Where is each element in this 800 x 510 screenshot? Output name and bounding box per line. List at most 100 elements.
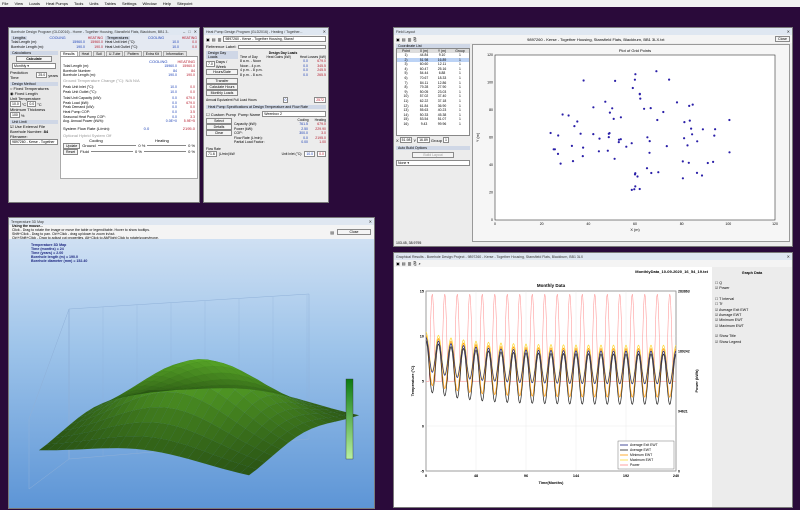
menu-sitepoint[interactable]: Sitepoint — [177, 1, 193, 6]
build-layout-button[interactable]: Build Layout — [412, 152, 454, 158]
clear-button[interactable]: Clear — [206, 130, 232, 136]
open-icon-5[interactable]: ▣ — [396, 261, 400, 266]
menu-view[interactable]: View — [14, 1, 23, 6]
graph-option-checkbox[interactable]: ☑ Power — [715, 286, 789, 291]
tab-extra-kit[interactable]: Extra Kit — [142, 51, 162, 57]
fluid-slider-heat[interactable] — [143, 151, 187, 153]
borehole-point — [706, 161, 709, 165]
result-row: Heat Unit Outlet (°C): 10.0 0.0 — [105, 45, 197, 50]
annual-cool: 0 — [282, 97, 289, 103]
minimize-icon[interactable]: – — [183, 29, 185, 34]
calculate-button[interactable]: Calculate — [16, 56, 52, 63]
filename-field[interactable]: 9897260 - Kerse - Together — [10, 139, 58, 146]
menu-loads[interactable]: Loads — [29, 1, 40, 6]
row-label: Borehole Length (m): — [11, 44, 44, 49]
opt-input[interactable]: 100 — [10, 112, 20, 119]
title-bar-2[interactable]: Heat Pump Design Program (GLD2016) - Hea… — [204, 28, 328, 35]
menu-units[interactable]: Units — [89, 1, 98, 6]
window-title-4: Temperature 3D Map — [11, 219, 44, 224]
print-icon-3[interactable]: ▥ — [408, 37, 412, 42]
menu-file[interactable]: File — [2, 1, 8, 6]
custom-pump-checkbox[interactable]: ☐ Custom Pump — [206, 112, 236, 117]
print-icon[interactable]: ▥ — [218, 37, 222, 42]
3d-surface[interactable] — [9, 239, 374, 508]
menu-tables[interactable]: Tables — [104, 1, 116, 6]
zoom-icon-5[interactable]: ⌕ — [419, 261, 421, 266]
menu-settings[interactable]: Settings — [122, 1, 136, 6]
menu-heat-pumps[interactable]: Heat Pumps — [46, 1, 68, 6]
monthly-chart[interactable]: Monthly Data0 48 96 144 192 240-5051015094621… — [394, 267, 712, 503]
maximize-icon[interactable]: □ — [188, 29, 190, 34]
tab-heat[interactable]: Heat — [78, 51, 93, 57]
menu-help[interactable]: Help — [163, 1, 171, 6]
close-icon[interactable]: ✕ — [194, 29, 197, 34]
calculations-header: Calculations — [10, 51, 58, 56]
open-icon-3[interactable]: ▣ — [396, 37, 400, 42]
monthly-loads-button[interactable]: Monthly Loads — [206, 90, 238, 96]
save-icon-3[interactable]: ▤ — [402, 37, 406, 42]
menu-tools[interactable]: Tools — [74, 1, 83, 6]
prediction-input[interactable]: 25.0 — [36, 72, 48, 79]
close-icon-4[interactable]: ✕ — [369, 219, 372, 224]
field-layout-window: Field Layout ✕ ▣ ▤ ▥ ⎘ 9897260 - Kerse - Toge… — [393, 27, 793, 247]
tab-information[interactable]: Information — [163, 51, 187, 57]
copy-icon-3[interactable]: ⎘ — [413, 37, 416, 42]
borehole-point — [639, 97, 642, 100]
borehole-point — [688, 119, 691, 122]
calc-mode-select[interactable]: Monthly ▾ — [12, 63, 56, 70]
borehole-point — [619, 138, 622, 141]
ground-slider-heat[interactable] — [147, 145, 187, 147]
x-input[interactable]: 51.98 — [399, 137, 413, 143]
open-icon[interactable]: ▣ — [206, 37, 210, 42]
row-heat: 190.0 — [94, 44, 103, 49]
y-tick: 80 — [489, 108, 493, 112]
save-icon-5[interactable]: ▤ — [402, 261, 406, 266]
title-bar[interactable]: Borehole Design Program (GLD2016) - Home… — [9, 28, 199, 35]
group-input[interactable]: 1 — [443, 137, 449, 143]
borehole-point — [606, 149, 609, 152]
table-row[interactable]: 16) 9.43 99.96 1 — [397, 122, 469, 127]
close-button-4[interactable]: Close — [337, 229, 371, 235]
pump-name-field[interactable]: Weenbox 2 — [262, 111, 326, 117]
borehole-point — [643, 107, 646, 110]
field-layout-plot[interactable]: Plot of Grid Points 0 20 40 60 80 100 120 0 20 40 6… — [473, 45, 789, 239]
title-bar-3[interactable]: Field Layout ✕ — [394, 28, 792, 35]
borehole-point — [650, 171, 653, 175]
hours-date-button[interactable]: Hours/Date — [206, 69, 238, 75]
fluid-slider-cool[interactable] — [90, 151, 134, 153]
row-heat: 190.0 — [186, 73, 195, 78]
result-row: 8 p.m. - 8 a.m. 0.0 265.5 — [240, 73, 326, 78]
y-input[interactable]: 16.89 — [417, 137, 430, 143]
tab-results[interactable]: Results — [60, 51, 78, 57]
ground-slider-cool[interactable] — [97, 145, 137, 147]
borehole-point — [633, 188, 636, 191]
x-tick: 48 — [474, 474, 478, 478]
3d-plot-area[interactable]: Temperature 3D Map Time (months) = 24 Time… — [9, 239, 374, 508]
save-icon[interactable]: ▤ — [212, 37, 216, 42]
tab-soil[interactable]: Soil — [93, 51, 105, 57]
tab-pattern[interactable]: Pattern — [124, 51, 142, 57]
title-bar-5[interactable]: Graphical Results - Borehole Design Proj… — [394, 253, 792, 260]
flow-rate-input[interactable]: 71.6 — [206, 150, 217, 157]
close-button-3[interactable]: Close — [775, 36, 790, 42]
close-icon-5[interactable]: ✕ — [787, 254, 790, 259]
copy-icon-5[interactable]: ⎘ — [413, 261, 416, 266]
close-icon-3[interactable]: ✕ — [787, 29, 790, 34]
menu-window[interactable]: Window — [142, 1, 156, 6]
graph-option-checkbox[interactable]: ☑ Maximum EWT — [715, 324, 789, 329]
tab-u-tube[interactable]: U-Tube — [105, 51, 124, 57]
coords-table[interactable]: Point X (m) Y (m) Group 1) 44.84 9.10 1 2) 51.98… — [396, 48, 470, 136]
ref-input[interactable] — [238, 44, 326, 49]
hours-input[interactable]: 7.0 — [206, 61, 215, 67]
result-row: Partial Load Factor: 0.00 1.00 — [234, 140, 326, 145]
graph-option-checkbox[interactable]: ☑ Show Legend — [715, 340, 789, 345]
auto-build-select[interactable]: None ▾ — [396, 160, 470, 166]
save-icon-4[interactable]: ▤ — [330, 230, 334, 235]
print-icon-5[interactable]: ▥ — [408, 261, 412, 266]
close-icon-2[interactable]: ✕ — [323, 29, 326, 34]
borehole-point — [630, 142, 633, 145]
reset-button[interactable]: Reset — [63, 148, 79, 155]
legend-entry: Minimum EWT — [630, 453, 652, 457]
y2-tick: 0 — [678, 469, 680, 473]
borehole-point — [567, 114, 570, 117]
